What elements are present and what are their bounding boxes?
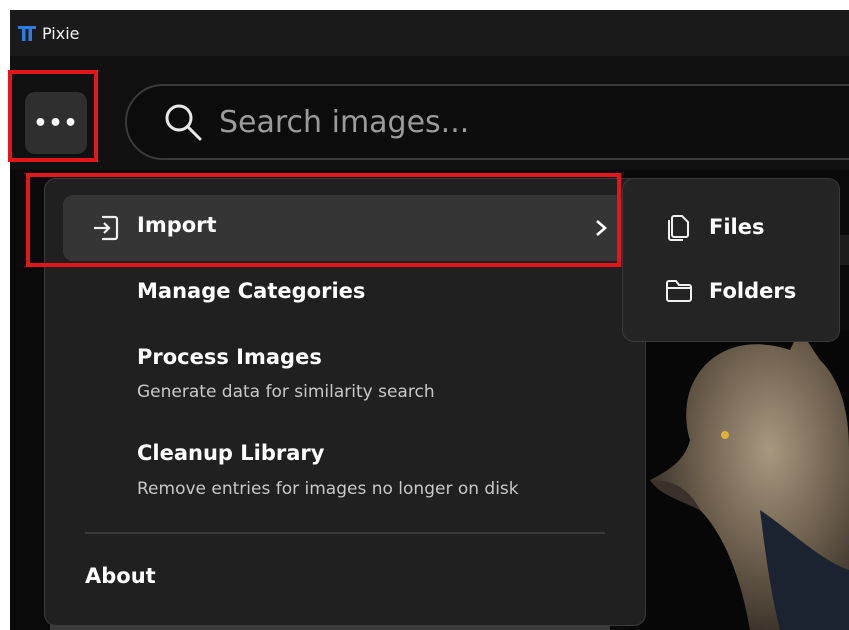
pixie-logo-icon [16, 22, 38, 44]
menu-item-cleanup-library[interactable]: Cleanup Library [137, 441, 324, 465]
menu-divider [85, 532, 605, 534]
files-icon [668, 215, 689, 241]
menu-item-process-images[interactable]: Process Images [137, 345, 322, 369]
search-bar[interactable] [125, 84, 849, 160]
submenu-item-files-label: Files [709, 215, 765, 239]
toolbar: ••• [10, 56, 849, 170]
app-title: Pixie [42, 23, 80, 43]
import-submenu: Files Folders [622, 178, 840, 342]
menu-item-cleanup-library-description: Remove entries for images no longer on d… [137, 479, 519, 499]
menu-item-import[interactable]: Import [63, 195, 625, 261]
submenu-item-files[interactable]: Files [623, 198, 841, 256]
import-icon [94, 215, 119, 241]
title-bar: Pixie [10, 10, 849, 56]
submenu-item-folders-label: Folders [709, 279, 797, 303]
menu-item-about[interactable]: About [85, 564, 156, 588]
chevron-right-icon [596, 220, 607, 236]
menu-item-import-label: Import [137, 213, 217, 237]
menu-item-manage-categories[interactable]: Manage Categories [137, 279, 365, 303]
app-window: Pixie ••• Search images... Import Manage… [10, 10, 849, 630]
options-menu: Import Manage Categories Process Images … [44, 178, 646, 626]
search-icon [165, 104, 202, 141]
wolf-photo-thumbnail[interactable] [630, 330, 849, 630]
search-input[interactable] [217, 103, 781, 141]
menu-item-process-images-description: Generate data for similarity search [137, 382, 435, 402]
submenu-item-folders[interactable]: Folders [623, 262, 841, 320]
more-options-button[interactable]: ••• [25, 92, 87, 154]
folder-icon [666, 280, 692, 302]
